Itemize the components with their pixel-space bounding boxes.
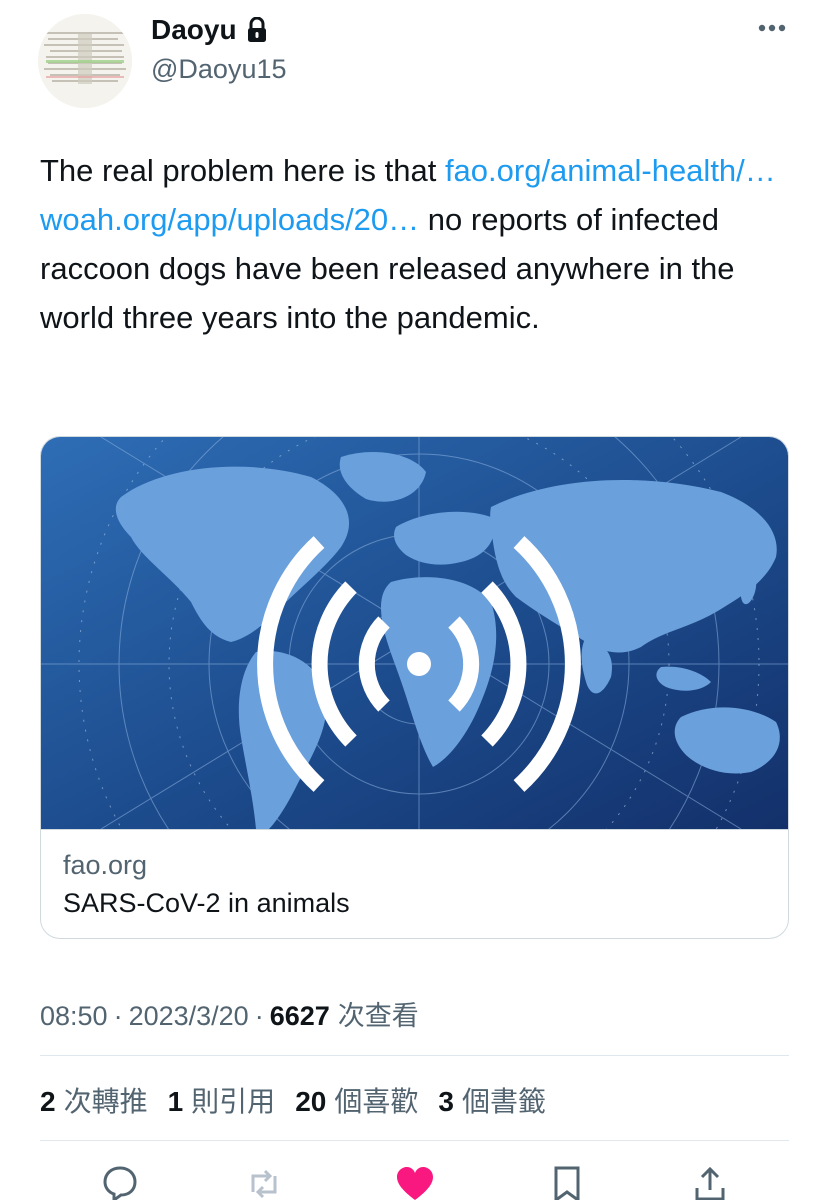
stat-retweets[interactable]: 2 次轉推 bbox=[40, 1080, 148, 1120]
meta-separator: · bbox=[254, 1001, 264, 1031]
card-title: SARS-CoV-2 in animals bbox=[63, 888, 350, 918]
world-map-broadcast-image[interactable] bbox=[41, 437, 788, 938]
views-count: 6627 bbox=[269, 1001, 330, 1031]
stat-count: 3 bbox=[438, 1086, 454, 1117]
tweet-text: The real problem here is that fao.org/an… bbox=[40, 146, 800, 342]
reply-icon[interactable] bbox=[100, 1164, 140, 1200]
user-handle[interactable]: @Daoyu15 bbox=[151, 54, 287, 85]
stat-count: 2 bbox=[40, 1086, 56, 1117]
stat-label: 個喜歡 bbox=[334, 1086, 419, 1117]
like-icon[interactable] bbox=[395, 1164, 435, 1200]
author-info[interactable]: Daoyu @Daoyu15 bbox=[151, 12, 287, 85]
stat-bookmarks[interactable]: 3 個書籤 bbox=[438, 1080, 546, 1120]
more-options-icon[interactable] bbox=[752, 16, 792, 40]
share-icon[interactable] bbox=[690, 1164, 730, 1200]
tweet-link-fao[interactable]: fao.org/animal-health/… bbox=[445, 153, 776, 188]
stat-label: 次轉推 bbox=[63, 1086, 148, 1117]
stat-likes[interactable]: 20 個喜歡 bbox=[295, 1080, 418, 1120]
divider bbox=[40, 1055, 789, 1056]
tweet-date[interactable]: 2023/3/20 bbox=[129, 1001, 249, 1032]
tweet-time[interactable]: 08:50 bbox=[40, 1001, 108, 1032]
tweet-text-before: The real problem here is that bbox=[40, 153, 445, 188]
tweet-meta: 08:50 · 2023/3/20 · 6627 次查看 bbox=[40, 994, 419, 1033]
link-card[interactable]: fao.org SARS-CoV-2 in animals bbox=[40, 436, 789, 939]
retweet-icon[interactable] bbox=[244, 1164, 284, 1200]
stat-quotes[interactable]: 1 則引用 bbox=[168, 1080, 276, 1120]
engagement-stats: 2 次轉推 1 則引用 20 個喜歡 3 個書籤 bbox=[40, 1080, 566, 1120]
views-label: 次查看 bbox=[337, 1001, 419, 1031]
stat-label: 則引用 bbox=[191, 1086, 276, 1117]
meta-separator: · bbox=[113, 1001, 123, 1031]
card-meta[interactable]: fao.org SARS-CoV-2 in animals bbox=[41, 829, 788, 938]
stat-count: 1 bbox=[167, 1086, 184, 1117]
stat-label: 個書籤 bbox=[461, 1086, 546, 1117]
action-bar bbox=[0, 1158, 829, 1200]
lock-icon bbox=[245, 16, 269, 43]
bookmark-icon[interactable] bbox=[547, 1164, 587, 1200]
card-domain: fao.org bbox=[63, 850, 148, 880]
tweet-header: Daoyu @Daoyu15 bbox=[0, 0, 829, 120]
avatar[interactable] bbox=[38, 14, 132, 108]
divider bbox=[40, 1140, 789, 1141]
stat-count: 20 bbox=[295, 1086, 327, 1117]
display-name[interactable]: Daoyu bbox=[151, 14, 237, 46]
tweet-link-woah[interactable]: woah.org/app/uploads/20… bbox=[40, 202, 419, 237]
